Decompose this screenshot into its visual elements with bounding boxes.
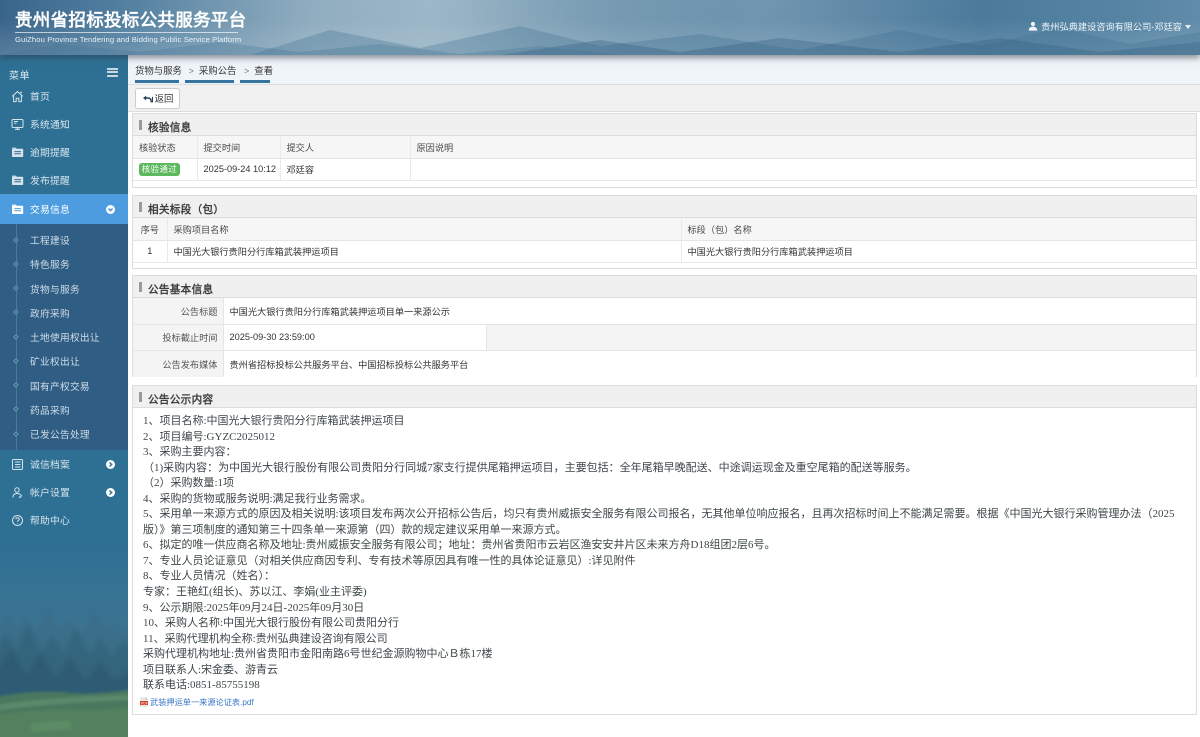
svg-text:PDF: PDF (141, 701, 148, 705)
